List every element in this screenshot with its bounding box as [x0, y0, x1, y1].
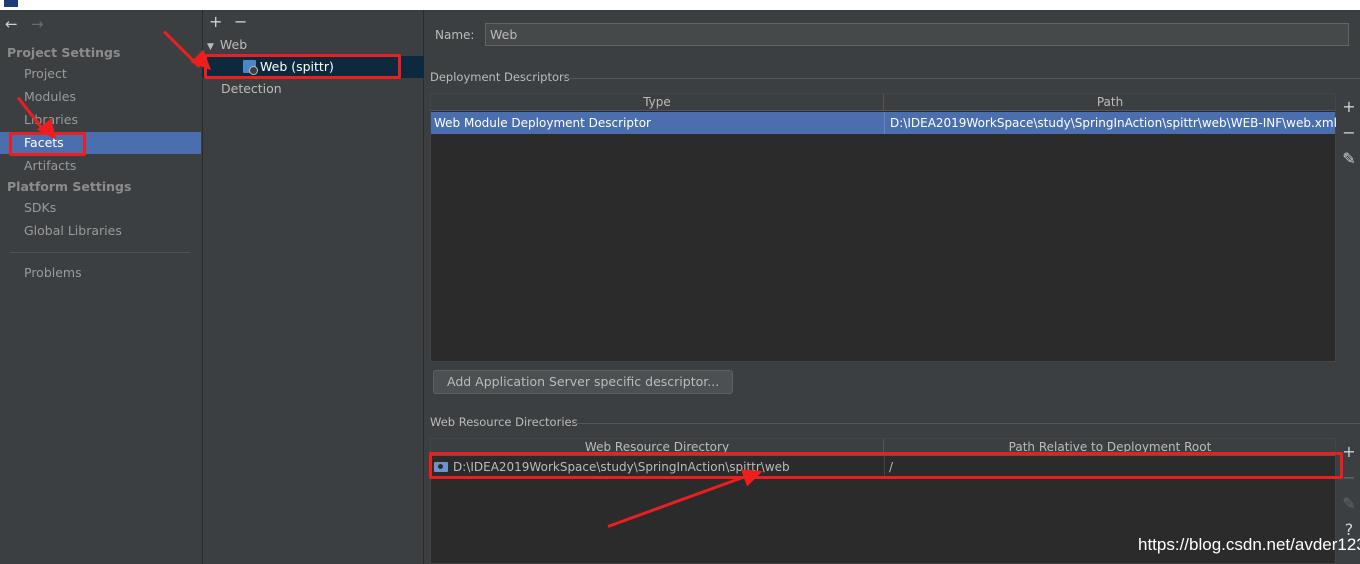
app-icon [4, 0, 18, 7]
tree-node-detection[interactable]: Detection [203, 78, 424, 100]
back-arrow-icon[interactable]: ← [5, 15, 18, 33]
forward-arrow-icon[interactable]: → [31, 15, 44, 33]
watermark: https://blog.csdn.net/avder123 [1138, 535, 1360, 554]
sidebar-item-artifacts[interactable]: Artifacts [0, 155, 201, 177]
tree-node-label: Web [219, 37, 248, 52]
descriptor-type-cell: Web Module Deployment Descriptor [434, 116, 651, 130]
column-header-type[interactable]: Type [431, 94, 884, 110]
table-header: Type Path [431, 94, 1335, 111]
sidebar-item-modules[interactable]: Modules [0, 86, 201, 108]
settings-sidebar: ← → Project Settings Project Modules Lib… [0, 10, 201, 564]
name-field[interactable]: Web [485, 23, 1349, 46]
sidebar-item-sdks[interactable]: SDKs [0, 197, 201, 219]
sidebar-item-problems[interactable]: Problems [0, 262, 201, 284]
window-titlebar [0, 0, 1360, 10]
add-server-descriptor-button[interactable]: Add Application Server specific descript… [433, 370, 734, 394]
tree-node-web-group[interactable]: ▼ Web [203, 34, 424, 56]
deployment-descriptors-table[interactable]: Type Path Web Module Deployment Descript… [430, 93, 1336, 362]
name-label: Name: [435, 28, 475, 42]
group-separator [572, 423, 1360, 424]
annotation-highlight-box [204, 54, 401, 79]
sidebar-item-project[interactable]: Project [0, 63, 201, 85]
remove-descriptor-icon[interactable]: − [1338, 120, 1360, 146]
sidebar-divider [10, 252, 190, 253]
descriptor-path-cell: D:\IDEA2019WorkSpace\study\SpringInActio… [884, 112, 1336, 134]
facet-tree-panel: + − ▼ Web Web (spittr) Detection [202, 10, 424, 564]
add-descriptor-icon[interactable]: + [1338, 94, 1360, 120]
table-row[interactable]: Web Module Deployment Descriptor D:\IDEA… [431, 112, 1336, 134]
sidebar-item-global-libraries[interactable]: Global Libraries [0, 220, 201, 242]
deployment-descriptors-title: Deployment Descriptors [430, 70, 570, 84]
remove-facet-icon[interactable]: − [234, 12, 247, 31]
annotation-highlight-box [429, 452, 1343, 479]
edit-descriptor-icon[interactable]: ✎ [1338, 146, 1360, 172]
edit-resource-icon[interactable]: ✎ [1338, 491, 1360, 517]
platform-settings-title: Platform Settings [7, 179, 132, 194]
group-separator [563, 78, 1360, 79]
web-resource-directories-title: Web Resource Directories [430, 415, 578, 429]
column-header-path[interactable]: Path [884, 94, 1336, 110]
add-facet-icon[interactable]: + [209, 12, 222, 31]
descriptor-toolbar: + − ✎ [1338, 94, 1360, 172]
project-settings-title: Project Settings [7, 45, 121, 60]
facet-content: Name: Web Deployment Descriptors Type Pa… [425, 10, 1360, 564]
